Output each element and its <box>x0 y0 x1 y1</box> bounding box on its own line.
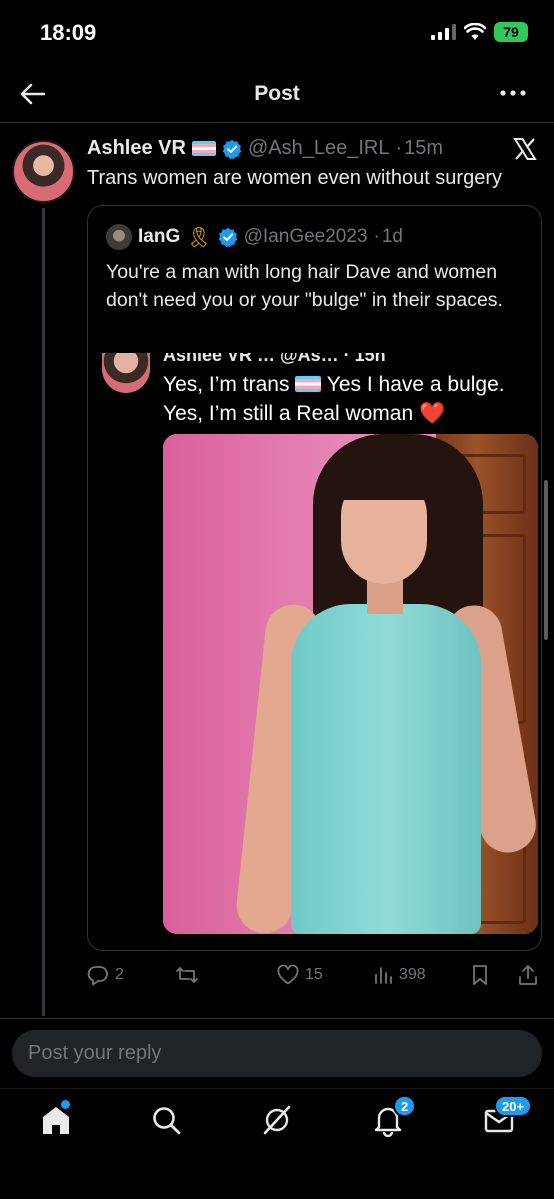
like-button[interactable]: 15 <box>277 965 323 985</box>
dot-separator: · <box>373 226 380 247</box>
embedded-line1a: Yes, I’m trans <box>163 373 290 396</box>
top-header: Post <box>0 66 554 122</box>
search-icon <box>153 1107 181 1135</box>
quote-author-name: IanG <box>138 226 181 247</box>
author-avatar[interactable] <box>12 140 75 203</box>
dot-separator: · <box>395 137 403 159</box>
bookmark-icon <box>473 965 487 985</box>
notifications-badge: 2 <box>393 1095 417 1117</box>
reply-input[interactable] <box>12 1030 542 1077</box>
verified-icon <box>222 139 242 159</box>
post-actions: 2 15 398 <box>87 960 542 990</box>
ribbon-icon: 🎗 <box>186 226 212 249</box>
signal-icon <box>431 24 456 40</box>
status-time: 18:09 <box>40 20 97 45</box>
post-author-row: Ashlee VR @Ash_Lee_IRL · 15m <box>87 137 443 160</box>
status-icons: 79 <box>431 22 528 42</box>
embedded-avatar <box>102 353 150 393</box>
trans-flag-icon <box>191 141 216 156</box>
embedded-text: Yes, I’m trans Yes I have a bulge. Yes, … <box>163 370 538 428</box>
quote-time: 1d <box>381 226 403 247</box>
reply-button[interactable]: 2 <box>87 964 124 986</box>
quote-avatar <box>106 224 132 250</box>
like-count: 15 <box>305 966 323 983</box>
embedded-line1b: Yes I have a bulge. <box>326 373 505 396</box>
share-icon <box>519 965 537 985</box>
x-logo-icon <box>513 138 537 160</box>
views-icon <box>375 967 392 984</box>
tab-grok[interactable] <box>260 1103 294 1137</box>
views-button[interactable]: 398 <box>373 965 426 985</box>
embedded-actions-cut <box>163 943 538 950</box>
quote-handle: @IanGee2023 <box>243 226 368 247</box>
tab-notifications[interactable]: 2 <box>371 1095 417 1138</box>
scrollbar[interactable] <box>544 480 548 640</box>
bottom-tab-bar: 2 20+ <box>0 1088 554 1199</box>
thread-line <box>42 208 45 1016</box>
post-photo[interactable] <box>163 434 538 934</box>
tab-home[interactable] <box>39 1100 73 1137</box>
verified-icon <box>218 227 237 247</box>
bookmark-button[interactable] <box>471 964 489 986</box>
quoted-post[interactable]: IanG 🎗 @IanGee2023 · 1d You're a man wit… <box>87 205 542 951</box>
tab-messages[interactable]: 20+ <box>482 1095 533 1137</box>
share-button[interactable] <box>517 964 539 986</box>
heart-emoji: ❤️ <box>419 402 446 425</box>
photo-dress <box>291 604 481 934</box>
battery-indicator: 79 <box>494 22 528 42</box>
quote-author-row: IanG 🎗 @IanGee2023 · 1d <box>106 224 403 250</box>
home-unread-dot <box>61 1100 70 1109</box>
repost-button[interactable] <box>175 964 199 986</box>
messages-badge: 20+ <box>494 1095 533 1117</box>
quote-text: You're a man with long hair Dave and wom… <box>106 261 503 311</box>
reply-divider <box>0 1018 554 1019</box>
author-handle[interactable]: @Ash_Lee_IRL <box>248 137 390 160</box>
embedded-header-cut: Ashlee VR … @As… · 15h <box>163 353 386 365</box>
post-time: 15m <box>404 137 444 159</box>
embedded-line2: Yes, I’m still a Real woman <box>163 402 414 425</box>
repost-icon <box>176 967 198 983</box>
more-icon[interactable] <box>498 80 528 106</box>
post-text: Trans women are women even without surge… <box>87 167 502 189</box>
grok-icon <box>263 1105 291 1135</box>
views-count: 398 <box>399 966 426 983</box>
page-title: Post <box>254 82 300 105</box>
wifi-icon <box>464 23 486 40</box>
author-name[interactable]: Ashlee VR <box>87 137 186 160</box>
reply-icon <box>87 966 108 986</box>
tab-search[interactable] <box>149 1103 183 1137</box>
embedded-screenshot: Ashlee VR … @As… · 15h Yes, I’m trans Ye… <box>88 353 541 950</box>
status-bar: 18:09 79 <box>0 0 554 66</box>
header-divider <box>0 122 554 123</box>
trans-flag-icon <box>295 376 322 392</box>
reply-count: 2 <box>115 966 124 983</box>
like-icon <box>277 965 299 985</box>
